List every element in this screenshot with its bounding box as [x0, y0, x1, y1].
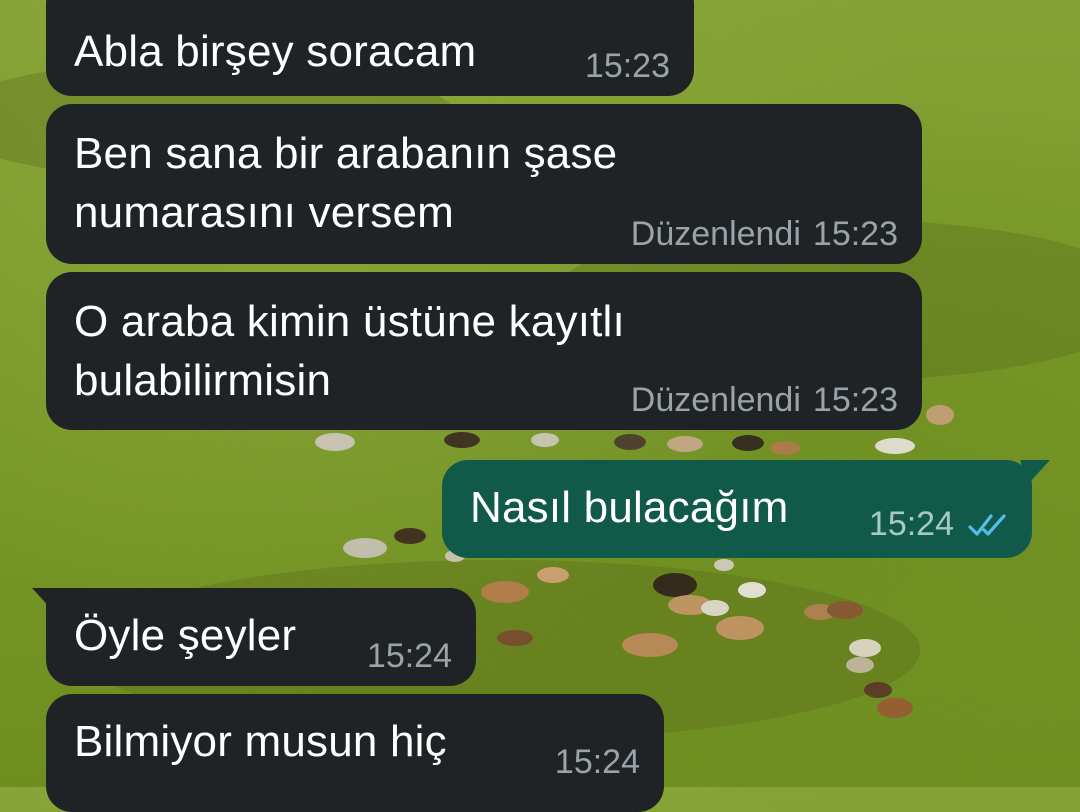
outgoing-message[interactable]: Nasıl bulacağım 15:24 — [442, 460, 1050, 558]
message-time: 15:23 — [584, 47, 670, 85]
message-meta: 15:24 — [367, 637, 452, 676]
bubble-tail — [32, 588, 62, 612]
message-time: 15:24 — [868, 505, 954, 543]
incoming-message[interactable]: Bilmiyor musun hiç 15:24 — [46, 694, 664, 812]
message-meta: 15:24 — [555, 743, 640, 782]
message-text: Öyle şeyler — [74, 611, 297, 660]
edited-label: Düzenlendi — [630, 215, 801, 253]
bubble-tail — [1020, 460, 1050, 484]
message-time: 15:23 — [812, 215, 898, 253]
message-meta: Düzenlendi 15:23 — [631, 215, 898, 254]
incoming-message[interactable]: Ben sana bir arabanın şase numarasını ve… — [46, 104, 922, 264]
message-text: Nasıl bulacağım — [470, 483, 789, 532]
message-meta: 15:24 — [869, 505, 1010, 544]
chat-screen: Abla birşey soracam 15:23 Ben sana bir a… — [0, 0, 1080, 812]
double-check-read-icon — [968, 513, 1006, 536]
message-meta: Düzenlendi 15:23 — [631, 381, 898, 420]
incoming-message[interactable]: Öyle şeyler 15:24 — [32, 588, 476, 686]
message-time: 15:24 — [366, 637, 452, 675]
message-text: O araba kimin üstüne kayıtlı bulabilirmi… — [74, 297, 625, 405]
incoming-message[interactable]: Abla birşey soracam 15:23 — [46, 0, 694, 96]
message-text: Abla birşey soracam — [74, 27, 477, 76]
incoming-message[interactable]: O araba kimin üstüne kayıtlı bulabilirmi… — [46, 272, 922, 430]
message-meta: 15:23 — [585, 47, 670, 86]
message-text: Bilmiyor musun hiç — [74, 717, 447, 766]
message-time: 15:23 — [812, 381, 898, 419]
message-time: 15:24 — [554, 743, 640, 781]
message-text: Ben sana bir arabanın şase numarasını ve… — [74, 129, 618, 237]
edited-label: Düzenlendi — [630, 381, 801, 419]
